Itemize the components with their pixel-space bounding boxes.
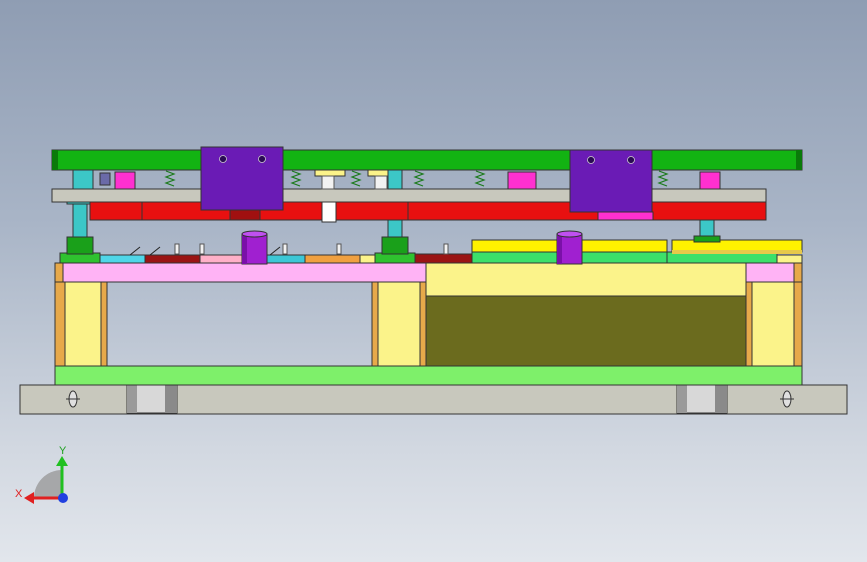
lower-components <box>59 239 803 264</box>
parallel-block-left <box>64 281 102 367</box>
parallel-block-middle <box>377 281 421 367</box>
triad-xy-plane-arc <box>34 470 62 498</box>
punch-cylinder-left <box>241 230 268 265</box>
guide-post-left <box>66 197 94 255</box>
lower-die-plate[interactable] <box>54 262 803 297</box>
guide-post-right <box>693 217 721 243</box>
parallel-block-right <box>751 281 795 367</box>
punch-holder-plate[interactable] <box>51 188 767 203</box>
x-axis-label: X <box>15 488 23 500</box>
guide-block-left[interactable] <box>200 146 284 211</box>
cad-viewport[interactable]: Y X <box>0 0 867 562</box>
die-cavity <box>425 295 747 367</box>
y-axis-label: Y <box>59 445 67 457</box>
punch-cylinder-right <box>556 230 583 265</box>
stripper-plate[interactable] <box>89 201 767 223</box>
guide-block-right[interactable] <box>569 149 653 213</box>
top-plate[interactable] <box>51 149 803 171</box>
z-axis-dot <box>58 493 68 503</box>
die-insert-yellow <box>425 262 747 297</box>
coordinate-triad: Y X <box>15 445 68 504</box>
x-axis-arrow <box>24 492 34 504</box>
base-plate[interactable] <box>54 365 803 386</box>
y-axis-arrow <box>56 456 68 466</box>
bottom-plate[interactable] <box>19 384 848 415</box>
